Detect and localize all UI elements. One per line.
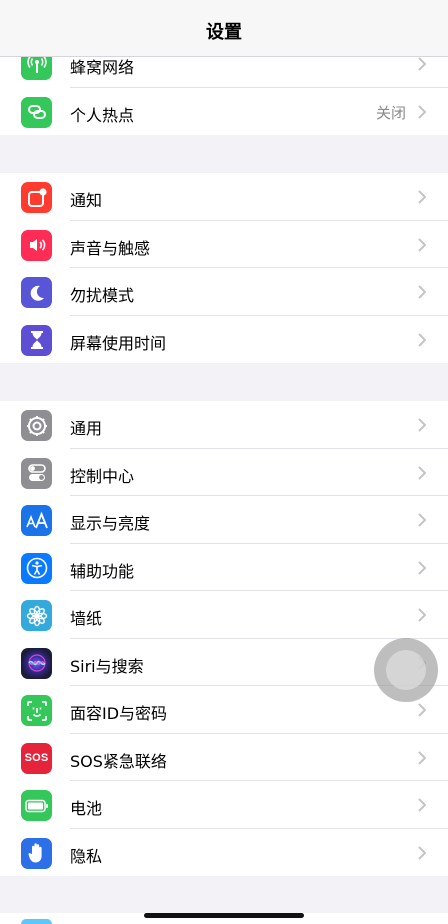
- notification-icon: [21, 182, 52, 213]
- settings-row-label: SOS紧急联络: [70, 751, 167, 771]
- chevron-right-icon: [418, 237, 426, 252]
- settings-row-label: 蜂窝网络: [70, 58, 135, 77]
- accessibility-icon: [21, 552, 52, 584]
- chevron-right-icon: [418, 845, 426, 860]
- settings-row-battery[interactable]: 电池: [0, 781, 448, 829]
- settings-row-label: 电池: [70, 799, 103, 818]
- battery-icon: [21, 790, 52, 821]
- chevron-right-icon: [418, 513, 426, 527]
- settings-row-general[interactable]: 通用: [0, 401, 448, 449]
- chevron-right-icon: [418, 465, 426, 480]
- page-title: 设置: [206, 22, 242, 43]
- chevron-right-icon: [418, 750, 426, 765]
- settings-row-label: 通知: [70, 191, 103, 210]
- sos-badge-text: SOS: [24, 752, 49, 764]
- moon-icon: [21, 277, 52, 308]
- sos-icon: SOS: [21, 742, 52, 774]
- settings-row-label: 隐私: [70, 846, 103, 866]
- settings-row-label: 通用: [70, 419, 103, 438]
- settings-row-privacy[interactable]: 隐私: [0, 829, 448, 877]
- settings-row-label: 控制中心: [70, 466, 135, 486]
- group-system: 通用 控制中心 显示与亮度 辅助功能 墙纸 Siri与搜索 面容ID与密码 SO…: [0, 401, 448, 876]
- chevron-right-icon: [418, 57, 426, 71]
- speaker-icon: [21, 229, 52, 261]
- app-store-icon: [21, 919, 52, 924]
- siri-icon: [21, 647, 52, 679]
- home-indicator[interactable]: [144, 913, 304, 918]
- settings-row-display[interactable]: 显示与亮度: [0, 496, 448, 544]
- chevron-right-icon: [418, 608, 426, 622]
- settings-row-label: 显示与亮度: [70, 514, 151, 533]
- settings-row-label: 勿扰模式: [70, 286, 135, 305]
- group-attention: 通知 声音与触感 勿扰模式 屏幕使用时间: [0, 173, 448, 363]
- face-id-icon: [21, 695, 52, 726]
- settings-row-face-id[interactable]: 面容ID与密码: [0, 686, 448, 734]
- settings-row-dnd[interactable]: 勿扰模式: [0, 268, 448, 316]
- settings-row-control-center[interactable]: 控制中心: [0, 449, 448, 496]
- hotspot-status-value: 关闭: [375, 103, 406, 122]
- gear-icon: [21, 410, 52, 441]
- chevron-right-icon: [418, 190, 426, 204]
- settings-row-hotspot[interactable]: 个人热点 关闭: [0, 88, 448, 136]
- settings-screen: 设置 蜂窝网络 个人热点 关闭 通知 声音与触感 勿扰模式 屏幕使用时间 通用 …: [0, 0, 448, 924]
- settings-row-label: 屏幕使用时间: [70, 333, 167, 353]
- chevron-right-icon: [418, 332, 426, 347]
- chevron-right-icon: [418, 798, 426, 812]
- chevron-right-icon: [418, 104, 426, 119]
- settings-row-wallpaper[interactable]: 墙纸: [0, 591, 448, 639]
- flower-icon: [21, 600, 52, 631]
- settings-row-sounds[interactable]: 声音与触感: [0, 221, 448, 268]
- toggles-icon: [21, 457, 52, 489]
- chevron-right-icon: [418, 560, 426, 575]
- hand-icon: [21, 837, 52, 869]
- chevron-right-icon: [418, 703, 426, 717]
- link-icon: [21, 96, 52, 128]
- hourglass-icon: [21, 324, 52, 356]
- settings-row-label: 墙纸: [70, 609, 103, 628]
- settings-row-label: Siri与搜索: [70, 656, 144, 676]
- settings-row-notifications[interactable]: 通知: [0, 173, 448, 221]
- text-size-icon: [21, 505, 52, 536]
- navigation-bar: 设置: [0, 0, 448, 57]
- settings-row-sos[interactable]: SOS SOS紧急联络: [0, 734, 448, 781]
- settings-row-accessibility[interactable]: 辅助功能: [0, 544, 448, 591]
- settings-row-label: 辅助功能: [70, 561, 135, 581]
- assistive-touch-inner: [386, 650, 426, 690]
- settings-row-label: 声音与触感: [70, 238, 151, 258]
- chevron-right-icon: [418, 418, 426, 432]
- settings-row-label: 个人热点: [70, 105, 135, 125]
- settings-row-screentime[interactable]: 屏幕使用时间: [0, 316, 448, 364]
- chevron-right-icon: [418, 285, 426, 299]
- settings-row-label: 面容ID与密码: [70, 704, 168, 723]
- assistive-touch-button[interactable]: [374, 638, 438, 702]
